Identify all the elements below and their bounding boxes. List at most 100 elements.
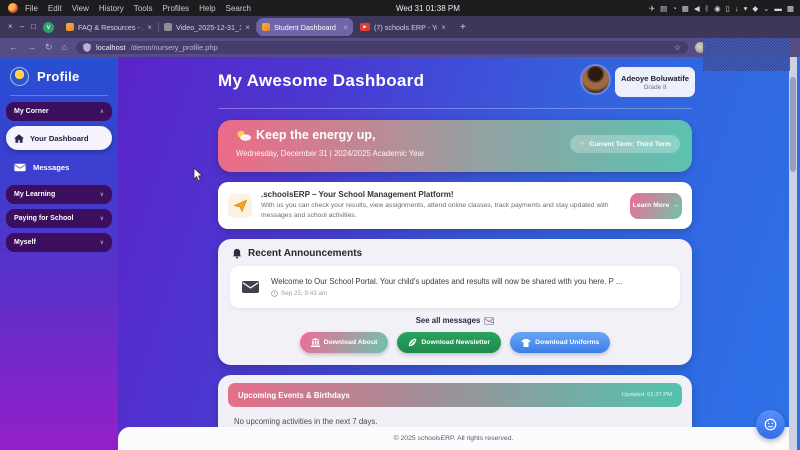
events-title: Upcoming Events & Birthdays	[238, 391, 350, 400]
menu-edit[interactable]: Edit	[48, 4, 62, 13]
shield-icon	[83, 43, 91, 52]
tab-7-schools-erp-youtu[interactable]: ▶ (7) schools ERP - YouTu ×	[355, 18, 451, 36]
clock-icon[interactable]: ◔	[672, 4, 677, 13]
paper-plane-icon	[228, 194, 252, 218]
tab-close-icon[interactable]: ×	[245, 23, 250, 32]
screen: File Edit View History Tools Profiles Help Sear…	[0, 0, 800, 450]
tab-label: (7) schools ERP - YouTu	[374, 23, 437, 32]
caret-icon[interactable]: ⌄	[763, 4, 769, 13]
erp-favicon-icon	[66, 23, 74, 31]
send-icon[interactable]: ✈	[649, 4, 655, 13]
firefox-icon	[8, 3, 18, 13]
grid-icon[interactable]: ▩	[787, 4, 794, 13]
banner-greeting: Keep the energy up,	[256, 128, 375, 142]
announcement-timestamp: Sep 25, 9:43 am	[281, 290, 327, 297]
location-icon[interactable]: ◉	[714, 4, 721, 13]
window-close-icon[interactable]: ×	[8, 23, 13, 31]
tab-student-dashboard[interactable]: Student Dashboard ×	[257, 18, 353, 36]
newsletter-icon	[408, 338, 417, 347]
header-divider	[218, 108, 692, 109]
volume-icon[interactable]: ◀	[694, 4, 700, 13]
sidebar-item-label: Your Dashboard	[30, 134, 89, 143]
tab-close-icon[interactable]: ×	[147, 23, 152, 32]
download-icon[interactable]: ↓	[735, 4, 739, 13]
tab-video-2025-12-31-13-1[interactable]: Video_2025-12-31_13-1×	[159, 18, 255, 36]
see-all-messages-label: See all messages	[416, 316, 481, 325]
window-maximize-icon[interactable]: □	[31, 23, 36, 31]
events-empty-text: No upcoming activities in the next 7 day…	[234, 417, 692, 426]
system-clock: Wed 31 01:38 PM	[396, 4, 460, 13]
download-newsletter-button[interactable]: Download Newsletter	[397, 332, 501, 353]
tab-close-icon[interactable]: ×	[343, 23, 348, 32]
bookmark-star-icon[interactable]: ☆	[674, 43, 681, 52]
menu-history[interactable]: History	[99, 4, 124, 13]
erp-favicon-icon	[262, 23, 270, 31]
url-input[interactable]: localhost/demo/nursery_profile.php ☆	[76, 41, 688, 54]
audio-icon[interactable]: ◆	[752, 4, 758, 13]
window-minimize-icon[interactable]: –	[20, 23, 24, 31]
announcements-card: Recent Announcements Welcome to Our Scho…	[218, 239, 692, 365]
user-card[interactable]: Adeoye Boluwatife Grade 8	[615, 67, 695, 97]
announcement-item[interactable]: Welcome to Our School Portal. Your child…	[230, 266, 680, 308]
promo-body: With us you can check your results, view…	[261, 201, 613, 220]
sidebar-item-my-learning[interactable]: My Learning∨	[6, 185, 112, 204]
tab-faq-resources-scho[interactable]: FAQ & Resources - .scho×	[61, 18, 157, 36]
menu-help[interactable]: Help	[199, 4, 215, 13]
see-all-messages-link[interactable]: See all messages	[218, 316, 692, 325]
user-avatar[interactable]	[582, 66, 609, 93]
window-icon[interactable]: ▬	[774, 4, 782, 13]
chevron-down-icon: ∨	[100, 215, 104, 222]
menu-list: File Edit View History Tools Profiles Help Sear…	[25, 4, 251, 13]
browser-address-bar: ← → ↻ ⌂ localhost/demo/nursery_profile.p…	[0, 38, 800, 57]
system-menu-bar: File Edit View History Tools Profiles Help Sear…	[0, 0, 800, 16]
tab-strip: FAQ & Resources - .scho×Video_2025-12-31…	[60, 16, 452, 38]
home-icon[interactable]: ⌂	[62, 43, 67, 52]
sidebar-item-paying-for-school[interactable]: Paying for School ∨	[6, 209, 112, 228]
promo-title: .schoolsERP – Your School Management Pla…	[261, 190, 613, 199]
chevron-down-icon: ∨	[100, 191, 104, 198]
menu-tools[interactable]: Tools	[134, 4, 153, 13]
window-controls: ×–□	[8, 23, 36, 31]
sidebar-item-your-dashboard[interactable]: Your Dashboard	[6, 126, 112, 150]
tab-close-icon[interactable]: ×	[441, 23, 446, 32]
sun-icon: ☀	[579, 140, 585, 148]
forward-icon[interactable]: →	[27, 43, 36, 52]
school-logo-icon	[10, 67, 29, 86]
learn-more-button[interactable]: Learn More →	[630, 193, 682, 219]
scrollbar-thumb[interactable]	[790, 77, 796, 172]
sidebar-item-messages[interactable]: Messages	[6, 158, 112, 177]
chat-launcher-button[interactable]	[756, 410, 785, 439]
download-about-button[interactable]: Download About	[300, 332, 389, 353]
envelope-icon	[242, 281, 259, 293]
menu-view[interactable]: View	[72, 4, 89, 13]
youtube-favicon-icon: ▶	[360, 23, 370, 31]
back-icon[interactable]: ←	[9, 43, 18, 52]
envelope-icon	[14, 163, 26, 172]
bluetooth-icon[interactable]: ᛒ	[705, 4, 710, 13]
current-term-label: Current Term: Third Term	[589, 141, 671, 148]
page-scrollbar[interactable]	[789, 57, 797, 450]
network-icon[interactable]: ▾	[744, 4, 748, 13]
sidebar-item-myself[interactable]: Myself∨	[6, 233, 112, 252]
display-icon[interactable]: ▤	[660, 4, 667, 13]
reload-icon[interactable]: ↻	[45, 43, 53, 52]
chevron-down-icon: ∨	[100, 239, 104, 246]
promo-card: .schoolsERP – Your School Management Pla…	[218, 182, 692, 229]
new-tab-button[interactable]: +	[460, 22, 466, 33]
status-tray: ✈ ▤ ◔ ▦ ◀ ᛒ ◉ ▯ ↓ ▾ ◆ ⌄ ▬ ▩	[649, 4, 794, 13]
current-term-badge: ☀ Current Term: Third Term	[570, 135, 680, 153]
button-label: Download Uniforms	[535, 339, 599, 346]
sidebar-item-label: Paying for School	[14, 215, 74, 222]
menu-file[interactable]: File	[25, 4, 38, 13]
phone-icon[interactable]: ▯	[726, 4, 730, 13]
button-label: Download About	[324, 339, 378, 346]
menu-profiles[interactable]: Profiles	[162, 4, 189, 13]
menu-search[interactable]: Search	[226, 4, 251, 13]
download-uniforms-button[interactable]: Download Uniforms	[510, 332, 610, 353]
list-all-tabs-button[interactable]: ∨	[43, 22, 54, 33]
banner-date: Wednesday, December 31 | 2024/2025 Acade…	[236, 149, 425, 158]
tab-label: Student Dashboard	[274, 23, 339, 32]
storage-icon[interactable]: ▦	[682, 4, 689, 13]
events-header: Upcoming Events & Birthdays Updated: 01:…	[228, 383, 682, 407]
sidebar-item-my-corner[interactable]: My Corner∧	[6, 102, 112, 121]
